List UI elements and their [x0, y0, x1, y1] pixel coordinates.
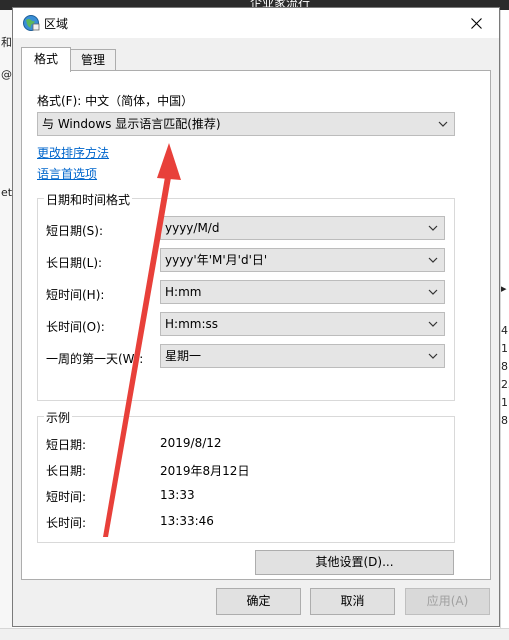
background-left-strip: 和 @ et — [0, 10, 12, 639]
chevron-down-icon — [428, 353, 438, 359]
example-group-title: 示例 — [44, 409, 73, 426]
background-number: 25 — [501, 378, 509, 391]
other-settings-button[interactable]: 其他设置(D)... — [255, 550, 454, 575]
chevron-down-icon — [428, 321, 438, 327]
short-date-dropdown[interactable]: yyyy/M/d — [160, 216, 445, 240]
long-date-dropdown[interactable]: yyyy'年'M'月'd'日' — [160, 248, 445, 272]
chevron-down-icon — [428, 257, 438, 263]
other-settings-label: 其他设置(D)... — [315, 555, 394, 569]
dialog-title: 区域 — [44, 17, 69, 31]
background-number: 8 — [501, 360, 508, 373]
background-text-fragment: 和 — [1, 36, 12, 49]
format-dropdown[interactable]: 与 Windows 显示语言匹配(推荐) — [37, 112, 455, 136]
cancel-button[interactable]: 取消 — [310, 588, 395, 615]
long-time-label: 长时间(O): — [46, 320, 105, 334]
background-number: 4 — [501, 324, 508, 337]
chevron-down-icon — [428, 225, 438, 231]
format-tab-panel: 格式(F): 中文（简体，中国） 与 Windows 显示语言匹配(推荐) 更改… — [21, 70, 491, 580]
long-date-label: 长日期(L): — [46, 256, 103, 270]
background-number: 1 — [501, 396, 508, 409]
long-time-value: H:mm:ss — [165, 317, 218, 331]
region-dialog: 区域 格式 管理 格式(F): 中文（简体，中国） 与 Windows 显示语言… — [12, 7, 500, 627]
ok-button[interactable]: 确定 — [216, 588, 301, 615]
first-day-of-week-label: 一周的第一天(W): — [46, 352, 144, 366]
background-text-fragment: et — [1, 186, 13, 199]
short-date-label: 短日期(S): — [46, 224, 104, 238]
short-time-dropdown[interactable]: H:mm — [160, 280, 445, 304]
dialog-titlebar: 区域 — [13, 8, 499, 38]
change-sort-link[interactable]: 更改排序方法 — [37, 144, 109, 161]
tab-manage[interactable]: 管理 — [70, 49, 116, 70]
close-icon — [470, 17, 482, 29]
example-long-date-label: 长日期: — [46, 464, 87, 478]
datetime-format-group: 日期和时间格式 短日期(S): yyyy/M/d 长日期(L): yyyy'年'… — [37, 191, 455, 401]
language-preferences-link[interactable]: 语言首选项 — [37, 165, 97, 182]
background-bottom-strip — [0, 628, 509, 640]
background-right-strip: ▸ 4 1 8 25 1 8 — [500, 10, 509, 639]
apply-button[interactable]: 应用(A) — [405, 588, 490, 615]
example-short-time-value: 13:33 — [160, 488, 195, 502]
long-date-value: yyyy'年'M'月'd'日' — [165, 253, 268, 267]
short-date-value: yyyy/M/d — [165, 221, 220, 235]
tab-format-label: 格式 — [33, 52, 58, 66]
chevron-down-icon — [428, 289, 438, 295]
background-icon-fragment: @ — [1, 68, 12, 81]
first-day-of-week-dropdown[interactable]: 星期一 — [160, 344, 445, 368]
close-button[interactable] — [453, 8, 499, 38]
example-long-date-value: 2019年8月12日 — [160, 464, 250, 478]
short-time-label: 短时间(H): — [46, 288, 105, 302]
long-time-dropdown[interactable]: H:mm:ss — [160, 312, 445, 336]
chevron-down-icon — [438, 121, 448, 127]
region-globe-icon — [23, 15, 40, 31]
apply-button-label: 应用(A) — [426, 594, 469, 608]
datetime-group-title: 日期和时间格式 — [44, 191, 133, 208]
background-number: 8 — [501, 414, 508, 427]
example-short-date-label: 短日期: — [46, 438, 87, 452]
example-long-time-value: 13:33:46 — [160, 514, 214, 528]
example-long-time-label: 长时间: — [46, 516, 87, 530]
example-short-date-value: 2019/8/12 — [160, 436, 222, 450]
format-dropdown-value: 与 Windows 显示语言匹配(推荐) — [42, 117, 221, 131]
background-number: 1 — [501, 342, 508, 355]
format-label: 格式(F): 中文（简体，中国） — [37, 94, 194, 108]
tab-format[interactable]: 格式 — [21, 47, 71, 72]
ok-button-label: 确定 — [246, 594, 271, 608]
cancel-button-label: 取消 — [340, 594, 365, 608]
first-day-of-week-value: 星期一 — [165, 349, 202, 363]
tab-manage-label: 管理 — [80, 53, 105, 67]
example-group: 示例 短日期: 2019/8/12 长日期: 2019年8月12日 短时间: 1… — [37, 409, 455, 543]
example-short-time-label: 短时间: — [46, 490, 87, 504]
chevron-right-icon: ▸ — [501, 282, 507, 295]
short-time-value: H:mm — [165, 285, 202, 299]
